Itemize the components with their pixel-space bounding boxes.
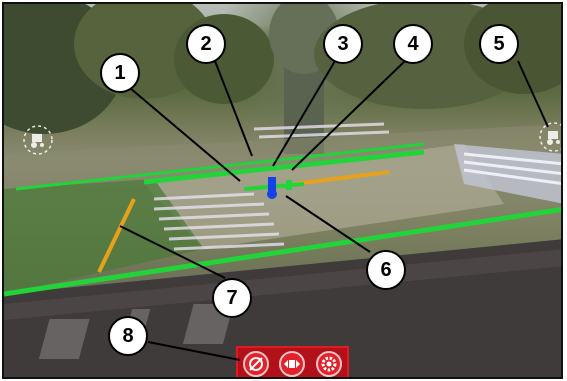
callout-1: 1 [100,53,140,93]
callout-6: 6 [366,250,406,290]
tractor-hud-icon-right [539,122,561,152]
field-scene [4,122,561,377]
callout-7: 7 [212,278,252,318]
screenshot-frame: 1 2 3 4 5 6 7 8 [0,0,567,381]
tractor-hud-icon-left [23,125,53,155]
callout-2: 2 [186,24,226,64]
gear-icon [321,356,337,372]
callout-5: 5 [479,24,519,64]
camera-view [2,2,563,379]
width-arrows-icon [284,360,301,368]
callout-4: 4 [393,24,433,64]
callout-8: 8 [108,316,148,356]
crossed-circle-icon [249,357,264,371]
settings-button[interactable] [315,351,342,377]
no-steering-button[interactable] [243,351,270,377]
width-adjust-button[interactable] [279,351,306,377]
control-button-bar [236,346,349,377]
callout-3: 3 [323,24,363,64]
